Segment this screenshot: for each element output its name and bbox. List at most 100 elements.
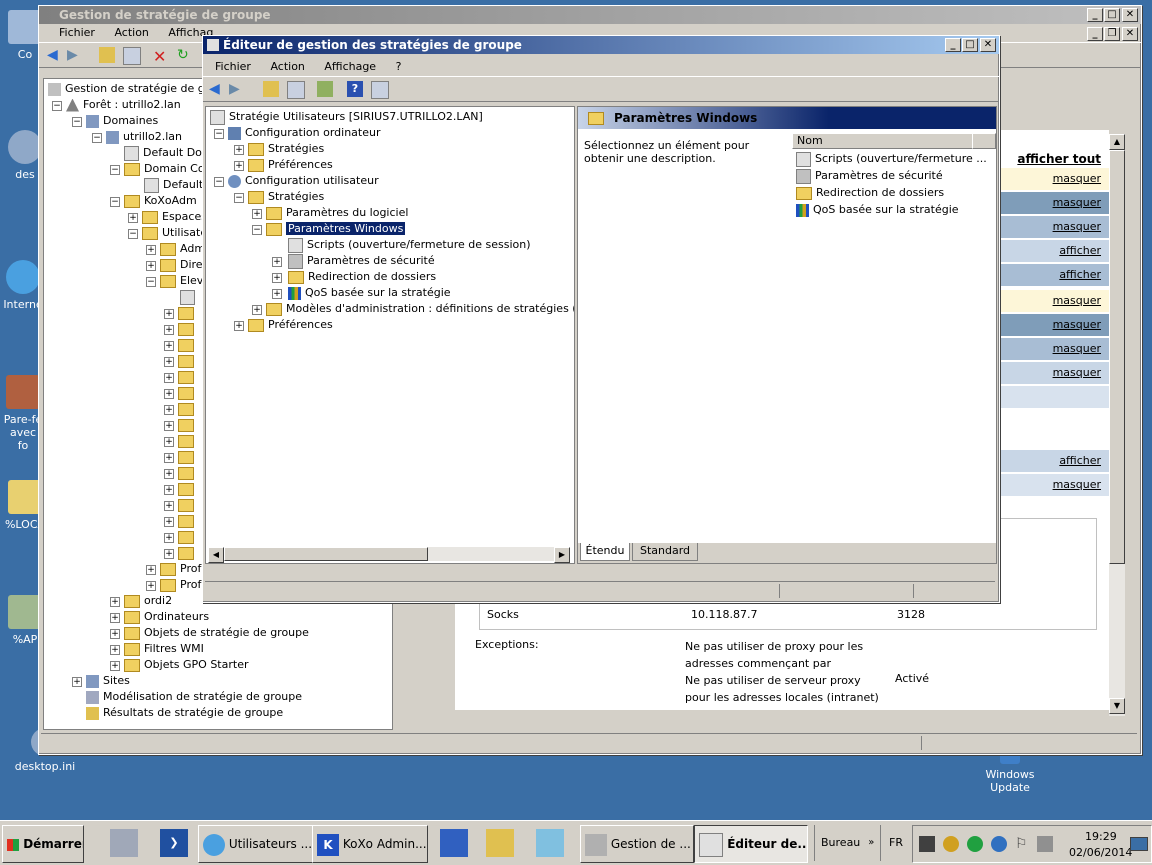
- expand-icon[interactable]: +: [234, 161, 244, 171]
- tray-check-icon[interactable]: [967, 836, 983, 852]
- tree-item-adm[interactable]: Adm: [160, 241, 205, 257]
- expand-icon[interactable]: +: [272, 289, 282, 299]
- tree-item-utilisate[interactable]: Utilisate: [142, 225, 207, 241]
- expand-icon[interactable]: +: [110, 661, 120, 671]
- tree-item-sub-ou[interactable]: [178, 529, 198, 545]
- minimize-button[interactable]: _: [1087, 8, 1103, 22]
- refresh-icon[interactable]: ↻: [177, 47, 193, 63]
- expand-icon[interactable]: +: [146, 245, 156, 255]
- tree-item-modeling[interactable]: Modélisation de stratégie de groupe: [86, 689, 302, 705]
- back-arrow-icon[interactable]: ◀: [209, 81, 225, 97]
- close-button[interactable]: ✕: [1122, 8, 1138, 22]
- expand-icon[interactable]: +: [164, 389, 174, 399]
- expand-icon[interactable]: +: [146, 565, 156, 575]
- export-icon[interactable]: [317, 81, 333, 97]
- scroll-right-button[interactable]: ▶: [554, 547, 570, 563]
- tray-flag-icon[interactable]: ⚐: [1015, 836, 1031, 852]
- quicklaunch-explorer-icon[interactable]: [486, 829, 514, 857]
- tray-globe-icon[interactable]: [991, 836, 1007, 852]
- tree-item-preferences-2[interactable]: Préférences: [248, 317, 333, 333]
- tree-item-qos[interactable]: QoS basée sur la stratégie: [288, 285, 451, 301]
- expand-icon[interactable]: +: [164, 309, 174, 319]
- minimize-button[interactable]: _: [945, 38, 961, 52]
- tree-item-strategies-1[interactable]: Stratégies: [248, 141, 324, 157]
- tree-item-sub-ou[interactable]: [178, 433, 198, 449]
- toggle-section-link[interactable]: masquer: [1053, 220, 1101, 233]
- tree-item-elev[interactable]: Elev: [160, 273, 203, 289]
- tab-standard[interactable]: Standard: [632, 543, 698, 561]
- tree-item-sub-ou[interactable]: [178, 449, 198, 465]
- tree-item-gpmc-root[interactable]: Gestion de stratégie de grou: [48, 81, 223, 97]
- tree-item-sub-ou[interactable]: [178, 513, 198, 529]
- list-item-qos[interactable]: QoS basée sur la stratégie: [796, 202, 959, 218]
- tree-item-sub-ou[interactable]: [178, 369, 198, 385]
- tree-item-prof-2[interactable]: Prof: [160, 577, 201, 593]
- show-tree-icon[interactable]: [287, 81, 305, 99]
- expand-icon[interactable]: +: [146, 581, 156, 591]
- mdi-restore-button[interactable]: ❐: [1104, 27, 1120, 41]
- forward-arrow-icon[interactable]: ▶: [67, 47, 83, 63]
- tree-item-espaces[interactable]: Espaces: [142, 209, 207, 225]
- tree-item-policy-root[interactable]: Stratégie Utilisateurs [SIRIUS7.UTRILLO2…: [210, 109, 483, 125]
- tree-item-computer-config[interactable]: Configuration ordinateur: [228, 125, 380, 141]
- expand-icon[interactable]: +: [72, 677, 82, 687]
- tree-item-default-dom[interactable]: Default Dom: [124, 145, 213, 161]
- expand-icon[interactable]: +: [164, 485, 174, 495]
- expand-icon[interactable]: +: [272, 257, 282, 267]
- up-folder-icon[interactable]: [99, 47, 115, 63]
- tree-item-prof-1[interactable]: Prof: [160, 561, 201, 577]
- collapse-icon[interactable]: −: [214, 129, 224, 139]
- toggle-section-link[interactable]: masquer: [1053, 294, 1101, 307]
- expand-icon[interactable]: +: [110, 597, 120, 607]
- expand-icon[interactable]: +: [164, 549, 174, 559]
- expand-icon[interactable]: +: [164, 373, 174, 383]
- tree-item-sub-ou[interactable]: [178, 305, 198, 321]
- expand-icon[interactable]: +: [110, 613, 120, 623]
- tree-item-ordi2[interactable]: ordi2: [124, 593, 172, 609]
- expand-icon[interactable]: +: [110, 645, 120, 655]
- tree-item-sub-ou[interactable]: [178, 321, 198, 337]
- expand-icon[interactable]: +: [272, 273, 282, 283]
- collapse-icon[interactable]: −: [52, 101, 62, 111]
- mdi-close-button[interactable]: ✕: [1122, 27, 1138, 41]
- gpmc-titlebar[interactable]: Gestion de stratégie de groupe _ □ ✕: [39, 6, 1141, 24]
- toggle-section-link[interactable]: masquer: [1053, 196, 1101, 209]
- tree-item-wmi-filters[interactable]: Filtres WMI: [124, 641, 204, 657]
- quicklaunch-server-icon[interactable]: [110, 829, 138, 857]
- tree-item-sub-ou[interactable]: [178, 353, 198, 369]
- toggle-section-link[interactable]: masquer: [1053, 478, 1101, 491]
- menu-action[interactable]: Action: [106, 26, 156, 39]
- scroll-thumb[interactable]: [1109, 150, 1125, 564]
- tree-item-dire[interactable]: Dire: [160, 257, 203, 273]
- collapse-icon[interactable]: −: [92, 133, 102, 143]
- tree-item-sub-ou[interactable]: [178, 481, 198, 497]
- mdi-minimize-button[interactable]: _: [1087, 27, 1103, 41]
- scroll-up-button[interactable]: ▲: [1109, 134, 1125, 150]
- list-item-scripts[interactable]: Scripts (ouverture/fermeture ...: [796, 151, 987, 167]
- expand-icon[interactable]: +: [234, 321, 244, 331]
- clock-time[interactable]: 19:29: [1085, 830, 1117, 843]
- expand-icon[interactable]: +: [110, 629, 120, 639]
- tab-etendu[interactable]: Étendu: [580, 543, 630, 561]
- expand-icon[interactable]: +: [164, 517, 174, 527]
- start-button[interactable]: Démarrer: [2, 825, 84, 863]
- help-icon[interactable]: ?: [347, 81, 363, 97]
- expand-icon[interactable]: +: [164, 341, 174, 351]
- column-header-name[interactable]: Nom: [792, 133, 974, 149]
- menu-help[interactable]: ?: [388, 60, 410, 73]
- collapse-icon[interactable]: −: [72, 117, 82, 127]
- tree-hscrollbar[interactable]: ◀ ▶: [208, 547, 570, 563]
- expand-icon[interactable]: +: [234, 145, 244, 155]
- bureau-toolbar[interactable]: Bureau»: [814, 825, 881, 861]
- collapse-icon[interactable]: −: [252, 225, 262, 235]
- tree-item-sub-ou[interactable]: [178, 337, 198, 353]
- expand-icon[interactable]: +: [164, 501, 174, 511]
- expand-icon[interactable]: +: [252, 305, 262, 315]
- expand-icon[interactable]: +: [164, 405, 174, 415]
- scroll-left-button[interactable]: ◀: [208, 547, 224, 563]
- quicklaunch-notepad-icon[interactable]: [536, 829, 564, 857]
- tree-item-security[interactable]: Paramètres de sécurité: [288, 253, 435, 269]
- tree-item-preferences-1[interactable]: Préférences: [248, 157, 333, 173]
- expand-icon[interactable]: +: [146, 261, 156, 271]
- clock-date[interactable]: 02/06/2014: [1069, 846, 1132, 859]
